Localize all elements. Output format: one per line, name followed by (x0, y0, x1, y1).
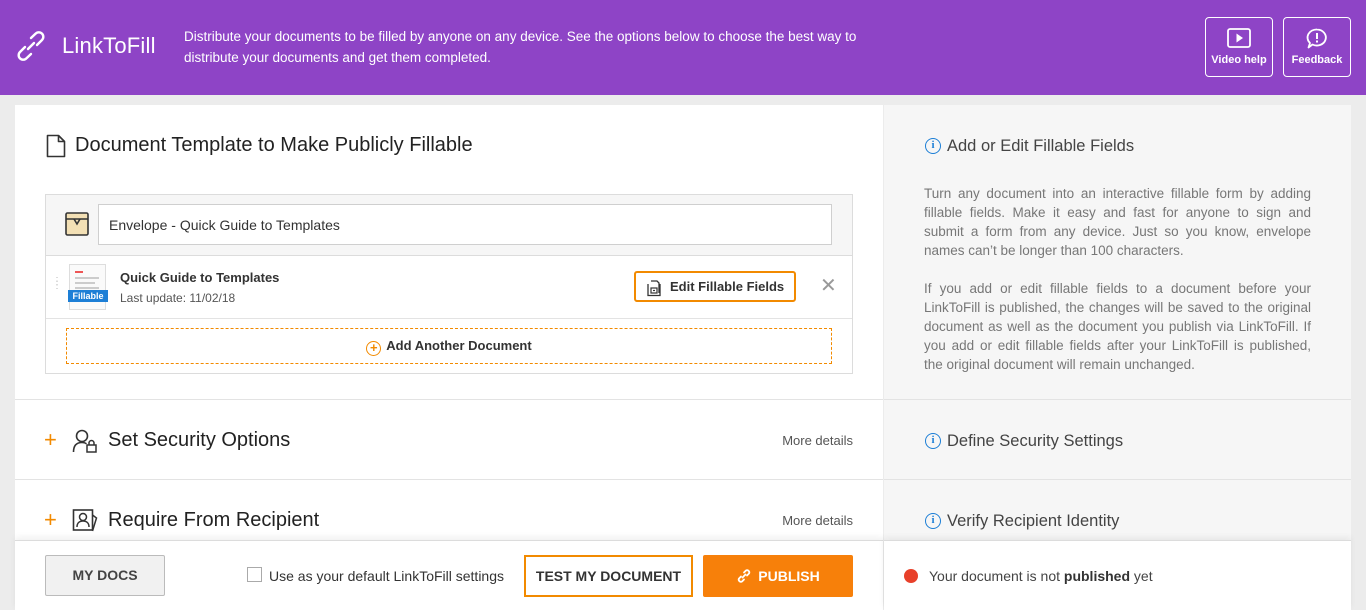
edit-fillable-fields-label: Edit Fillable Fields (670, 279, 785, 294)
remove-document-icon[interactable]: ✕ (820, 276, 837, 296)
top-banner: LinkToFill Distribute your documents to … (0, 0, 1366, 95)
recipient-info-title: Verify Recipient Identity (947, 512, 1120, 530)
info-icon: i (925, 433, 941, 449)
edit-fillable-fields-button[interactable]: Edit Fillable Fields (634, 271, 796, 302)
publish-label: PUBLISH (758, 568, 820, 584)
expand-recipient-icon[interactable]: + (44, 507, 57, 533)
default-settings-label[interactable]: Use as your default LinkToFill settings (269, 568, 504, 584)
recipient-more-details-link[interactable]: More details (782, 513, 853, 528)
id-card-icon (72, 509, 98, 532)
section-divider (15, 479, 883, 480)
publish-button[interactable]: PUBLISH (703, 555, 853, 597)
recipient-section-title[interactable]: Require From Recipient (108, 509, 319, 532)
envelope-name-input[interactable] (98, 204, 832, 245)
add-circle-icon: + (366, 341, 382, 356)
header-description: Distribute your documents to be filled b… (184, 29, 857, 65)
feedback-button[interactable]: Feedback (1283, 17, 1351, 77)
document-thumbnail[interactable] (69, 264, 106, 310)
section-divider (15, 399, 883, 400)
add-another-document-button[interactable]: + Add Another Document (66, 328, 832, 364)
security-more-details-link[interactable]: More details (782, 433, 853, 448)
status-emphasis: published (1063, 568, 1131, 584)
section-divider (884, 399, 1351, 400)
video-play-icon (1227, 28, 1251, 48)
my-docs-button[interactable]: MY DOCS (45, 555, 165, 596)
document-list: ⋮⋮ Fillable Quick Guide to Templates Las… (45, 194, 853, 374)
link-icon (17, 31, 45, 61)
fillable-info-paragraph-1: Turn any document into an interactive fi… (924, 186, 1311, 258)
document-name: Quick Guide to Templates (120, 270, 280, 285)
video-help-button[interactable]: Video help (1205, 17, 1273, 77)
fillable-badge: Fillable (68, 290, 108, 302)
fillable-form-icon (647, 280, 661, 297)
fillable-info-title: Add or Edit Fillable Fields (947, 137, 1135, 155)
document-section-title: Document Template to Make Publicly Filla… (75, 134, 473, 156)
status-suffix: yet (1130, 568, 1153, 584)
feedback-label: Feedback (1291, 54, 1343, 66)
link-icon (738, 569, 751, 583)
envelope-icon (65, 212, 89, 236)
user-lock-icon (72, 429, 97, 453)
app-name: LinkToFill (62, 33, 156, 58)
section-divider (884, 479, 1351, 480)
speech-bubble-icon (1306, 28, 1327, 49)
document-icon (46, 134, 66, 158)
drag-handle-icon[interactable]: ⋮ ⋮ (52, 277, 63, 291)
security-section-title[interactable]: Set Security Options (108, 429, 290, 452)
document-row: ⋮ ⋮ Fillable Quick Guide to Templates Las… (46, 256, 852, 319)
settings-panel: Document Template to Make Publicly Filla… (15, 105, 883, 610)
info-icon: i (925, 513, 941, 529)
publish-status-bar: Your document is not published yet (884, 540, 1351, 610)
info-icon: i (925, 138, 941, 154)
publish-status-text: Your document is not published yet (929, 568, 1153, 584)
security-info-title: Define Security Settings (947, 432, 1124, 450)
fillable-info-paragraph-2: If you add or edit fillable fields to a … (924, 281, 1311, 372)
add-another-document-label: Add Another Document (386, 338, 532, 353)
help-panel: i Add or Edit Fillable Fields Turn any d… (884, 105, 1351, 610)
status-dot-icon (904, 569, 918, 583)
video-help-label: Video help (1211, 54, 1267, 66)
footer-actions: MY DOCS Use as your default LinkToFill s… (15, 540, 883, 610)
document-last-update: Last update: 11/02/18 (120, 291, 236, 305)
expand-security-icon[interactable]: + (44, 427, 57, 453)
status-prefix: Your document is not (929, 568, 1064, 584)
envelope-row (46, 195, 852, 256)
default-settings-checkbox[interactable] (247, 567, 262, 582)
test-my-document-button[interactable]: TEST MY DOCUMENT (524, 555, 693, 597)
